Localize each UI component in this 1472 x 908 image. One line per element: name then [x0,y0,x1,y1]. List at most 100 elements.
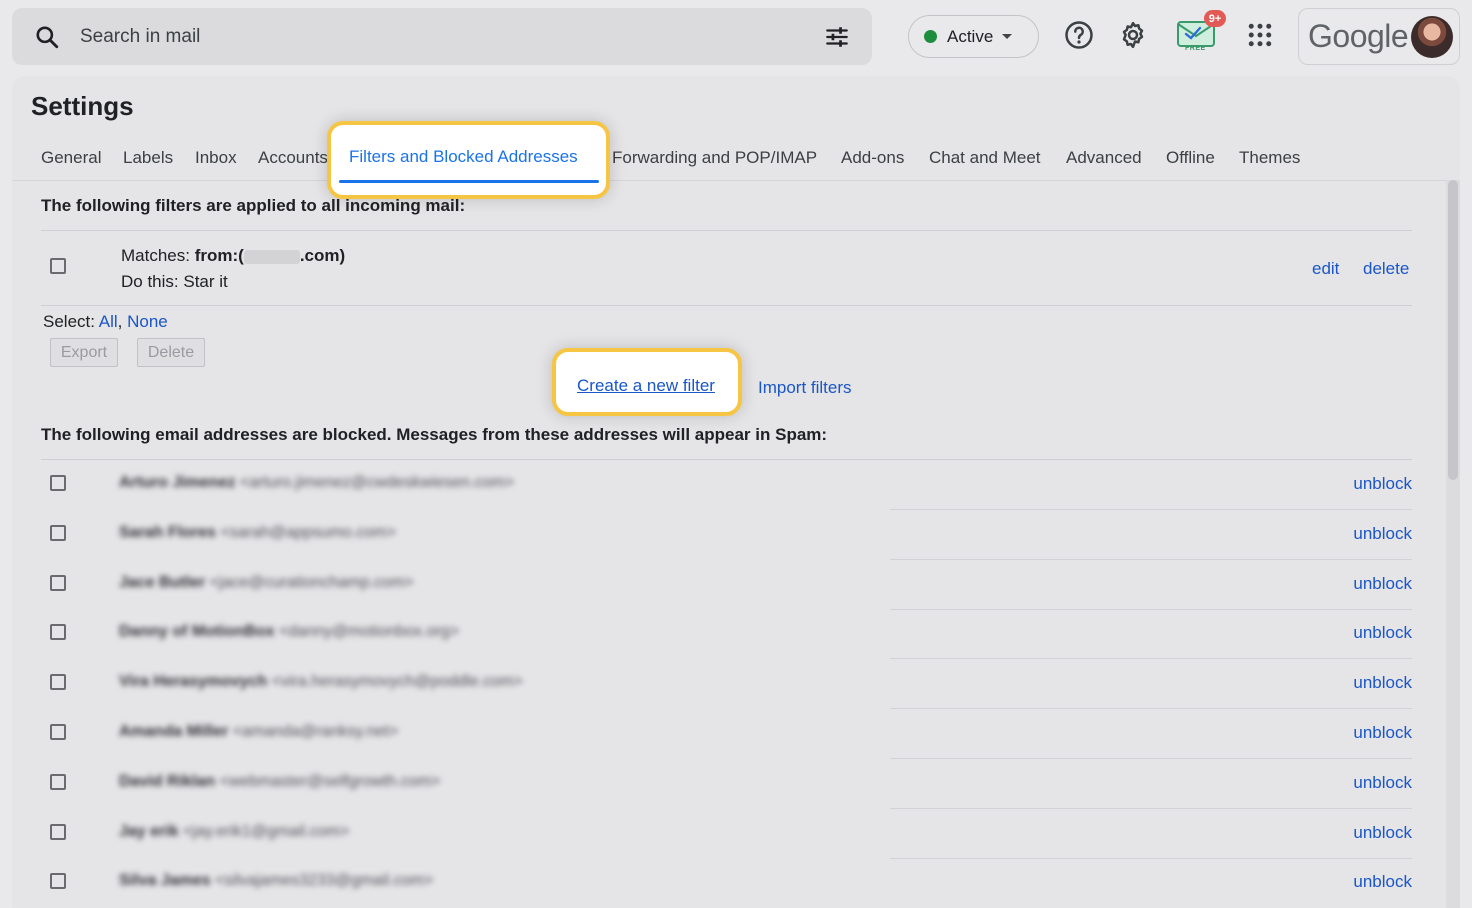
blocked-row: Danny of MotionBox <danny@motionbox.org>… [41,609,1412,660]
tab-addons[interactable]: Add-ons [841,148,904,168]
unblock-link[interactable]: unblock [1353,723,1412,743]
unblock-link[interactable]: unblock [1353,623,1412,643]
unblock-link[interactable]: unblock [1353,524,1412,544]
unblock-link[interactable]: unblock [1353,673,1412,693]
scrollbar-thumb[interactable] [1448,180,1458,480]
blocked-address: Jace Butler <jace@curationchamp.com> [119,574,414,592]
unblock-link[interactable]: unblock [1353,574,1412,594]
filter-matches-label: Matches: [121,246,195,265]
export-button[interactable]: Export [50,338,118,367]
filter-matches-prefix: from:( [194,246,244,265]
filter-checkbox[interactable] [50,258,66,274]
tab-accounts[interactable]: Accounts [258,148,328,168]
blocked-row: Arturo Jimenez <arturo.jimenez@cwdeskwie… [41,460,1412,510]
filters-divider [41,230,1412,231]
tab-filters-and-blocked-addresses[interactable]: Filters and Blocked Addresses [349,147,578,167]
create-filter-highlight: Create a new filter [552,348,742,416]
blocked-row-checkbox[interactable] [50,724,66,740]
blocked-row: Vira Herasymovych <vira.herasymovych@pod… [41,659,1412,710]
blocked-row-checkbox[interactable] [50,773,66,790]
filter-delete-link[interactable]: delete [1363,259,1409,279]
blocked-row-checkbox[interactable] [50,624,66,641]
filters-heading: The following filters are applied to all… [41,196,466,215]
blocked-heading: The following email addresses are blocke… [41,425,828,444]
gmail-settings-window: Active 9+ FREE Google [0,0,1472,908]
select-none-link[interactable]: None [127,312,168,331]
blocked-sender-email: <jace@curationchamp.com> [209,573,414,591]
status-dropdown[interactable]: Active [908,15,1039,58]
filter-matches-suffix: .com) [299,246,346,265]
scrollbar[interactable] [1446,180,1460,908]
tab-general[interactable]: General [41,148,101,168]
tab-forwarding[interactable]: Forwarding and POP/IMAP [612,148,817,168]
blocked-address: David Riklan <webmaster@selfgrowth.com> [119,773,440,791]
blocked-sender-name: Arturo Jimenez [119,474,236,491]
blocked-row: David Riklan <webmaster@selfgrowth.com> u… [41,759,1412,809]
unblock-link[interactable]: unblock [1353,773,1412,793]
settings-panel: Settings General Labels Inbox Accounts F… [12,76,1460,908]
unblock-link[interactable]: unblock [1353,474,1412,494]
search-input[interactable] [80,24,680,50]
blocked-row-checkbox[interactable] [50,823,66,840]
blocked-row-checkbox[interactable] [50,674,66,691]
tab-offline[interactable]: Offline [1166,148,1215,168]
chevron-down-icon [1002,34,1013,39]
tab-themes[interactable]: Themes [1239,148,1300,168]
help-icon[interactable] [1064,20,1094,50]
blocked-address: Arturo Jimenez <arturo.jimenez@cwdeskwie… [119,474,514,492]
blocked-row: Silva James <silvajames3233@gmail.com> un… [41,858,1412,908]
tab-chat-and-meet[interactable]: Chat and Meet [929,148,1041,168]
blocked-sender-email: <webmaster@selfgrowth.com> [219,772,441,790]
blocked-sender-name: Sarah Flores [119,523,216,541]
filter-matches: Matches: from:( .com) [121,246,345,266]
tabs-divider [12,180,1460,181]
promo-sublabel: FREE [1185,45,1206,52]
blocked-row-checkbox[interactable] [50,475,66,491]
blocked-sender-email: <silvajames3233@gmail.com> [215,872,434,890]
gear-icon[interactable] [1118,20,1148,50]
blocked-row-checkbox[interactable] [50,873,66,890]
blocked-sender-name: Jay erik [119,822,179,840]
blocked-row-checkbox[interactable] [50,524,66,541]
blocked-address: Jay erik <jay.erik1@gmail.com> [119,823,349,841]
blocked-sender-email: <jay.erik1@gmail.com> [183,822,350,840]
select-all-link[interactable]: All [99,312,118,331]
mail-extension-icon[interactable]: 9+ FREE [1176,10,1226,56]
search-icon[interactable] [34,24,60,50]
blocked-sender-name: Silva James [119,872,211,890]
blocked-row: Jace Butler <jace@curationchamp.com> unbl… [41,560,1412,610]
blocked-sender-name: Danny of MotionBox [119,623,275,641]
blocked-sender-email: <sarah@appsumo.com> [220,523,396,541]
blocked-row-checkbox[interactable] [50,574,66,591]
blocked-sender-email: <amanda@ranksy.net> [232,723,399,740]
avatar[interactable] [1411,16,1453,58]
google-logo: Google [1308,18,1409,54]
blocked-address: Vira Herasymovych <vira.herasymovych@pod… [119,673,523,691]
tab-advanced[interactable]: Advanced [1066,148,1142,168]
notification-badge: 9+ [1204,10,1226,27]
search-options-icon[interactable] [824,24,850,50]
filter-matches-value: from:( .com) [195,246,345,265]
active-tab-indicator [339,180,599,183]
redacted-text [243,249,300,264]
active-tab-highlight: Filters and Blocked Addresses [327,121,610,199]
unblock-link[interactable]: unblock [1353,872,1412,892]
search-bar[interactable] [12,8,872,65]
import-filters-link[interactable]: Import filters [758,378,852,398]
tab-labels[interactable]: Labels [123,148,173,168]
create-new-filter-link[interactable]: Create a new filter [577,376,715,396]
blocked-sender-name: Amanda Miller [119,723,229,740]
unblock-link[interactable]: unblock [1353,823,1412,843]
apps-grid-icon[interactable] [1245,20,1275,50]
tab-inbox[interactable]: Inbox [195,148,237,168]
blocked-sender-email: <arturo.jimenez@cwdeskwiesen.com> [239,474,515,491]
page-title: Settings [31,91,134,121]
blocked-row: Jay erik <jay.erik1@gmail.com> unblock [41,809,1412,859]
delete-button[interactable]: Delete [137,338,205,367]
filter-row-divider [41,305,1412,306]
account-switcher[interactable]: Google [1298,8,1460,65]
status-label: Active [947,26,994,46]
blocked-address: Sarah Flores <sarah@appsumo.com> [119,524,396,542]
blocked-sender-email: <danny@motionbox.org> [279,623,459,641]
filter-edit-link[interactable]: edit [1312,259,1339,279]
